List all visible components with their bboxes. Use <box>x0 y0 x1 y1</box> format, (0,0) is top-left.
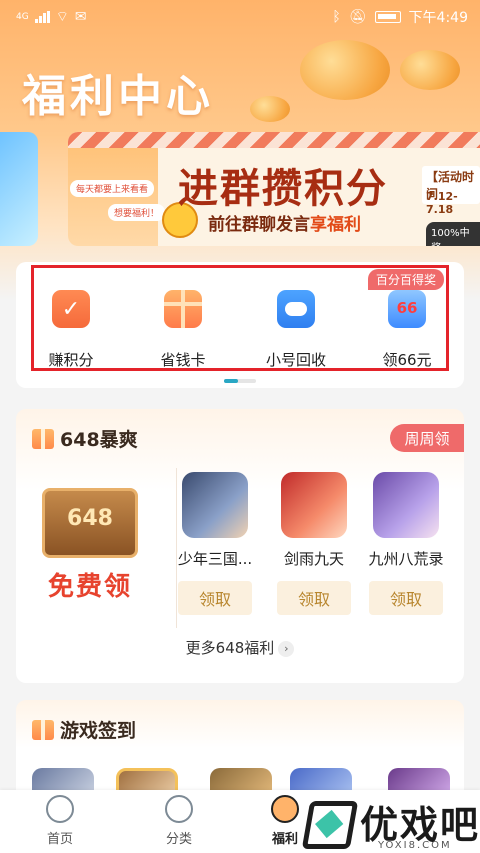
game-thumbnail[interactable] <box>182 472 248 538</box>
claim-button[interactable]: 领取 <box>178 581 252 615</box>
coin-decoration <box>250 96 290 122</box>
watermark-subtext: YOXI8.COM <box>378 840 452 851</box>
quick-item-label: 领66元 <box>382 351 432 369</box>
category-icon <box>165 795 193 823</box>
gift-icon <box>32 719 54 740</box>
claim-button[interactable]: 领取 <box>277 581 351 615</box>
banner-sub-text: 前往群聊发言 <box>208 215 310 235</box>
banner-date-range: 7.12-7.18 <box>426 190 458 216</box>
banner-sub-emphasis: 享福利 <box>310 215 361 235</box>
banner-prev-slide[interactable] <box>0 132 38 246</box>
chevron-right-icon: › <box>278 640 295 657</box>
game-name: 九州八荒录 <box>368 550 444 568</box>
clock: 下午4:49 <box>408 10 468 26</box>
mail-icon: ✉ <box>74 9 87 25</box>
prize-badge: 百分百得奖 <box>368 269 445 290</box>
page-title: 福利中心 <box>22 71 214 122</box>
section-signin-title: 游戏签到 <box>32 716 136 743</box>
page-indicator <box>224 379 256 383</box>
banner-left-panel <box>68 148 158 246</box>
banner-stripe <box>68 132 480 148</box>
banner-pill: 每天都要上来看看 <box>70 180 155 197</box>
quick-item-claim-66[interactable]: 领66元 <box>372 290 442 370</box>
game-thumbnail[interactable] <box>373 472 439 538</box>
quick-item-earn-points[interactable]: 赚积分 <box>36 290 106 370</box>
banner-pill: 想要福利！ <box>108 204 166 221</box>
home-icon <box>46 795 74 823</box>
game-name: 少年三国... <box>177 550 253 568</box>
weekly-tag[interactable]: 周周领 <box>390 424 464 452</box>
quick-item-account-recycle[interactable]: 小号回收 <box>261 290 331 370</box>
signal-icon <box>34 11 50 23</box>
banner-subline: 前往群聊发言享福利 <box>208 210 361 235</box>
quick-item-label: 省钱卡 <box>160 351 206 369</box>
site-logo-icon <box>301 801 359 849</box>
coin-decoration <box>400 50 460 90</box>
mute-icon: 🔕︎ <box>348 9 367 25</box>
tab-category[interactable]: 分类 <box>144 795 214 847</box>
free-648-chest[interactable]: 648 免费领 <box>28 488 158 606</box>
event-banner[interactable]: 每天都要上来看看 想要福利！ 进群攒积分 前往群聊发言享福利 【活动时间 7.1… <box>68 132 480 246</box>
gamepad-icon <box>277 290 315 328</box>
wifi-icon: ⌔ <box>55 9 69 25</box>
quick-item-savings-card[interactable]: 省钱卡 <box>148 290 218 370</box>
free-claim-label: 免费领 <box>47 572 132 602</box>
banner-headline: 进群攒积分 <box>178 166 388 212</box>
tab-label: 分类 <box>165 832 192 847</box>
watermark-text: 优戏吧 <box>360 803 480 847</box>
section-648-title: 648暴爽 <box>32 425 138 452</box>
game-item[interactable]: 九州八荒录 领取 <box>366 472 446 615</box>
bluetooth-icon: ᛒ <box>332 9 341 25</box>
gift-icon <box>32 428 54 449</box>
coupon-66-icon <box>388 290 426 328</box>
game-thumbnail[interactable] <box>281 472 347 538</box>
game-name: 剑雨九天 <box>283 550 344 568</box>
game-item[interactable]: 剑雨九天 领取 <box>274 472 354 615</box>
quick-item-label: 赚积分 <box>48 351 94 369</box>
welfare-icon <box>271 795 299 823</box>
tab-home[interactable]: 首页 <box>25 795 95 847</box>
section-648-title-text: 648暴爽 <box>60 429 138 451</box>
gift-box-icon <box>164 290 202 328</box>
coin-decoration <box>300 40 390 100</box>
section-signin-title-text: 游戏签到 <box>60 720 137 742</box>
tab-label: 首页 <box>46 832 73 847</box>
battery-icon <box>374 11 401 23</box>
status-bar: 4G ⌔ ✉ ᛒ 🔕︎ 下午4:49 <box>0 0 480 34</box>
more-648-link[interactable]: 更多648福利 › <box>0 637 480 658</box>
more-648-label: 更多648福利 <box>185 639 275 657</box>
network-type: 4G <box>16 12 29 22</box>
chest-number: 648 <box>67 506 113 531</box>
quick-item-label: 小号回收 <box>265 351 326 369</box>
calendar-check-icon <box>52 290 90 328</box>
banner-tag: 100%中奖 <box>426 222 480 246</box>
game-item[interactable]: 少年三国... 领取 <box>175 472 255 615</box>
claim-button[interactable]: 领取 <box>369 581 443 615</box>
